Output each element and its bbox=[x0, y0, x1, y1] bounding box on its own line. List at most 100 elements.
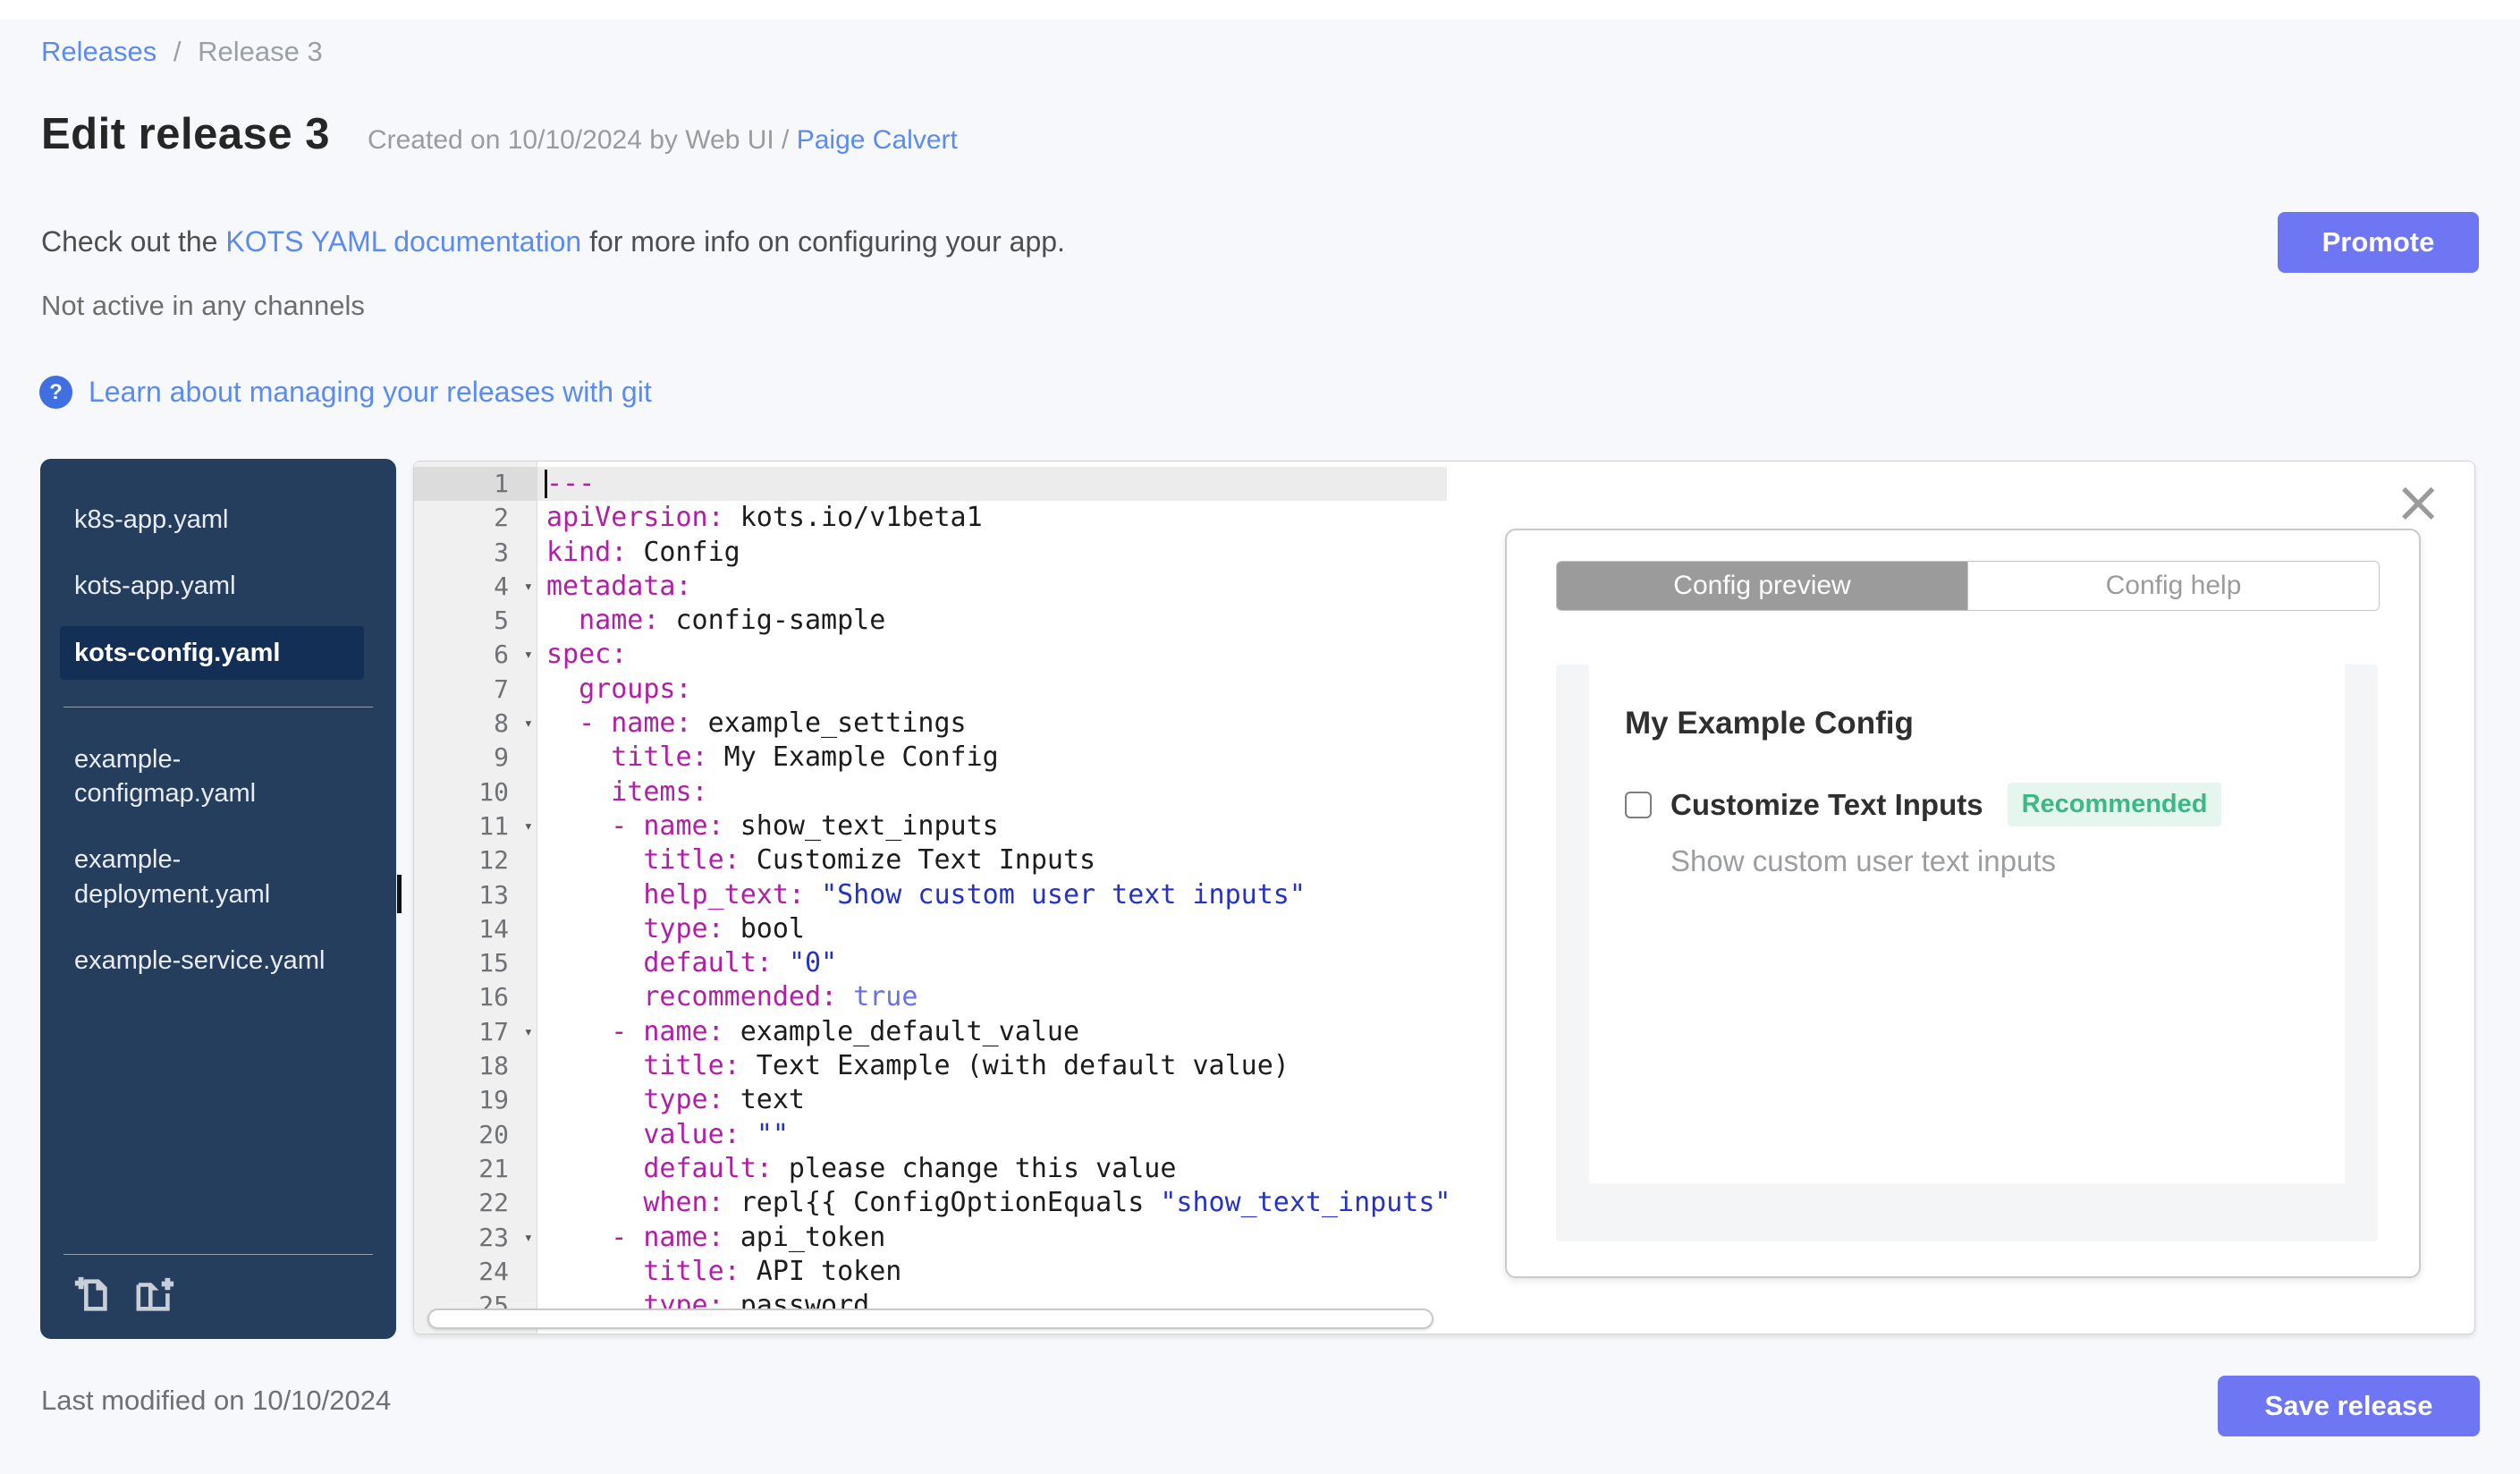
code-text: value: "" bbox=[643, 1118, 789, 1150]
file-item-kots-app-yaml[interactable]: kots-app.yaml bbox=[60, 559, 364, 613]
code-text: apiVersion: kots.io/v1beta1 bbox=[546, 502, 983, 534]
code-line-20[interactable]: 20 value: "" bbox=[414, 1118, 1447, 1152]
fold-arrow-icon[interactable]: ▾ bbox=[524, 707, 533, 741]
docs-suffix: for more info on configuring your app. bbox=[589, 225, 1065, 258]
line-number: 20 bbox=[478, 1119, 509, 1149]
code-line-8[interactable]: 8 ▾ - name: example_settings bbox=[414, 707, 1447, 741]
git-help-link-row[interactable]: ? Learn about managing your releases wit… bbox=[39, 376, 652, 409]
code-line-6[interactable]: 6 ▾ spec: bbox=[414, 638, 1447, 672]
code-line-5[interactable]: 5 name: config-sample bbox=[414, 604, 1447, 638]
code-text: - name: show_text_inputs bbox=[546, 809, 999, 842]
line-number: 18 bbox=[478, 1051, 509, 1081]
recommended-badge: Recommended bbox=[2007, 783, 2222, 826]
code-line-18[interactable]: 18 title: Text Example (with default val… bbox=[414, 1049, 1447, 1083]
channel-status: Not active in any channels bbox=[41, 290, 365, 321]
code-text: metadata: bbox=[546, 570, 692, 602]
code-text: name: config-sample bbox=[579, 605, 886, 637]
code-line-11[interactable]: 11 ▾ - name: show_text_inputs bbox=[414, 809, 1447, 843]
line-number: 4 ▾ bbox=[414, 570, 537, 604]
config-group-title: My Example Config bbox=[1625, 706, 1914, 741]
code-line-10[interactable]: 10 items: bbox=[414, 775, 1447, 809]
breadcrumb: Releases / Release 3 bbox=[41, 36, 323, 68]
line-number: 15 bbox=[478, 948, 509, 978]
fold-arrow-icon[interactable]: ▾ bbox=[524, 570, 533, 604]
line-number: 8 ▾ bbox=[414, 707, 537, 741]
code-line-21[interactable]: 21 default: please change this value bbox=[414, 1152, 1447, 1186]
code-text: default: "0" bbox=[643, 947, 838, 979]
code-line-23[interactable]: 23 ▾ - name: api_token bbox=[414, 1221, 1447, 1255]
code-line-12[interactable]: 12 title: Customize Text Inputs bbox=[414, 843, 1447, 877]
code-text: title: Text Example (with default value) bbox=[643, 1050, 1290, 1082]
code-line-4[interactable]: 4 ▾ metadata: bbox=[414, 570, 1447, 604]
line-number: 13 bbox=[478, 879, 509, 910]
code-line-22[interactable]: 22 when: repl{{ ConfigOptionEquals "show… bbox=[414, 1186, 1447, 1220]
line-number: 5 bbox=[494, 606, 509, 636]
code-text: help_text: "Show custom user text inputs… bbox=[643, 878, 1306, 911]
new-folder-icon[interactable] bbox=[135, 1275, 176, 1316]
code-text: when: repl{{ ConfigOptionEquals "show_te… bbox=[643, 1187, 1447, 1219]
code-line-16[interactable]: 16 recommended: true bbox=[414, 980, 1447, 1014]
line-number: 1 bbox=[414, 467, 537, 502]
new-file-icon[interactable] bbox=[72, 1275, 114, 1316]
line-number: 22 bbox=[478, 1188, 509, 1218]
file-item-k8s-app-yaml[interactable]: k8s-app.yaml bbox=[60, 493, 364, 546]
file-item-example-configmap-yaml[interactable]: example-configmap.yaml bbox=[60, 733, 364, 821]
file-item-kots-config-yaml[interactable]: kots-config.yaml bbox=[60, 625, 364, 680]
code-line-17[interactable]: 17 ▾ - name: example_default_value bbox=[414, 1015, 1447, 1049]
last-modified-text: Last modified on 10/10/2024 bbox=[41, 1385, 392, 1416]
code-rows: 1 --- 2 apiVersion: kots.io/v1beta1 3 kind: C… bbox=[414, 467, 1447, 1323]
code-line-15[interactable]: 15 default: "0" bbox=[414, 946, 1447, 980]
config-option-help: Show custom user text inputs bbox=[1670, 844, 2057, 877]
sidebar-actions bbox=[60, 1275, 376, 1316]
breadcrumb-current: Release 3 bbox=[198, 36, 323, 67]
line-number: 2 bbox=[494, 503, 509, 533]
fold-arrow-icon[interactable]: ▾ bbox=[524, 1015, 533, 1049]
file-item-example-service-yaml[interactable]: example-service.yaml bbox=[60, 934, 364, 987]
file-tree-sidebar: k8s-app.yaml kots-app.yaml kots-config.yam… bbox=[40, 459, 396, 1339]
save-release-button[interactable]: Save release bbox=[2218, 1376, 2480, 1436]
yaml-code-editor[interactable]: 1 --- 2 apiVersion: kots.io/v1beta1 3 kind: C… bbox=[414, 462, 1447, 1334]
resize-bar bbox=[397, 875, 402, 913]
code-line-24[interactable]: 24 title: API token bbox=[414, 1255, 1447, 1289]
line-number: 3 bbox=[494, 537, 509, 567]
code-line-3[interactable]: 3 kind: Config bbox=[414, 536, 1447, 570]
code-line-2[interactable]: 2 apiVersion: kots.io/v1beta1 bbox=[414, 501, 1447, 535]
kots-yaml-docs-link[interactable]: KOTS YAML documentation bbox=[225, 225, 581, 258]
code-line-19[interactable]: 19 type: text bbox=[414, 1083, 1447, 1117]
page-title: Edit release 3 bbox=[41, 110, 330, 158]
tab-config-preview[interactable]: Config preview bbox=[1557, 562, 1967, 610]
docs-prefix: Check out the bbox=[41, 225, 218, 258]
line-number: 19 bbox=[478, 1085, 509, 1115]
promote-button[interactable]: Promote bbox=[2278, 212, 2479, 273]
breadcrumb-separator: / bbox=[173, 36, 182, 67]
horizontal-scrollbar[interactable] bbox=[427, 1309, 1433, 1329]
fold-arrow-icon[interactable]: ▾ bbox=[524, 809, 533, 843]
config-option-label: Customize Text Inputs bbox=[1670, 787, 1983, 821]
code-text: type: bool bbox=[643, 912, 805, 945]
code-line-13[interactable]: 13 help_text: "Show custom user text inp… bbox=[414, 878, 1447, 912]
tab-config-help[interactable]: Config help bbox=[1967, 562, 2379, 610]
code-text: groups: bbox=[579, 673, 692, 705]
code-line-7[interactable]: 7 groups: bbox=[414, 673, 1447, 707]
code-line-14[interactable]: 14 type: bool bbox=[414, 912, 1447, 946]
line-number: 7 bbox=[494, 673, 509, 704]
sidebar-bottom-divider bbox=[63, 1254, 373, 1255]
close-icon[interactable]: × bbox=[2394, 474, 2442, 531]
author-link[interactable]: Paige Calvert bbox=[797, 125, 958, 155]
customize-text-inputs-checkbox[interactable] bbox=[1625, 791, 1652, 818]
line-number: 23 ▾ bbox=[414, 1221, 537, 1255]
fold-arrow-icon[interactable]: ▾ bbox=[524, 1221, 533, 1255]
config-group-card: My Example Config Customize Text Inputs … bbox=[1589, 665, 2345, 1183]
line-number: 11 ▾ bbox=[414, 809, 537, 843]
code-line-1[interactable]: 1 --- bbox=[414, 467, 1447, 502]
line-number: 24 bbox=[478, 1256, 509, 1286]
breadcrumb-releases-link[interactable]: Releases bbox=[41, 36, 156, 67]
code-line-9[interactable]: 9 title: My Example Config bbox=[414, 741, 1447, 775]
docs-notice: Check out the KOTS YAML documentation fo… bbox=[41, 225, 1065, 258]
code-text: - name: example_settings bbox=[546, 707, 967, 740]
code-text: - name: api_token bbox=[546, 1221, 886, 1253]
fold-arrow-icon[interactable]: ▾ bbox=[524, 638, 533, 672]
config-preview-panel: Config preview Config help My Example Con… bbox=[1505, 529, 2421, 1278]
file-item-example-deployment-yaml[interactable]: example-deployment.yaml bbox=[60, 833, 364, 921]
git-help-link[interactable]: Learn about managing your releases with … bbox=[89, 376, 652, 409]
